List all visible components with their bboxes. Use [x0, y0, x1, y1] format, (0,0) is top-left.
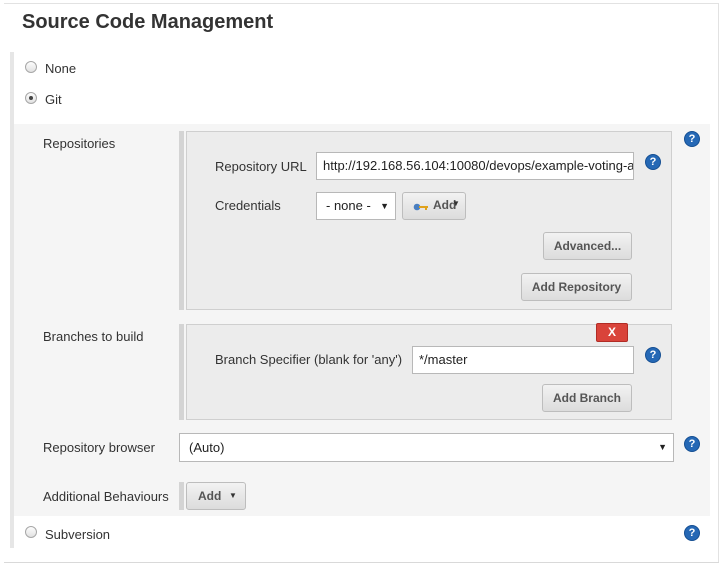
chevron-down-icon: ▼: [380, 201, 389, 211]
credentials-select[interactable]: - none - ▼: [316, 192, 396, 220]
caret-down-icon: ▼: [452, 199, 460, 208]
scm-subversion-radio[interactable]: [25, 526, 37, 538]
branch-specifier-input[interactable]: */master: [412, 346, 634, 374]
repository-browser-label: Repository browser: [43, 440, 155, 455]
repository-url-label: Repository URL: [215, 159, 307, 174]
scm-subversion-label[interactable]: Subversion: [45, 527, 110, 542]
repository-browser-help-icon[interactable]: ?: [684, 436, 700, 452]
caret-down-icon: ▼: [229, 491, 237, 500]
add-behaviour-label: Add: [198, 489, 222, 503]
additional-behaviours-label: Additional Behaviours: [43, 489, 169, 504]
advanced-button[interactable]: Advanced...: [543, 232, 632, 260]
branch-specifier-label: Branch Specifier (blank for 'any'): [215, 352, 403, 367]
subversion-help-icon[interactable]: ?: [684, 525, 700, 541]
repository-url-help-icon[interactable]: ?: [645, 154, 661, 170]
add-behaviour-button[interactable]: Add ▼: [186, 482, 246, 510]
scm-git-radio[interactable]: [25, 92, 37, 104]
section-right-divider: [718, 3, 719, 562]
add-credentials-button[interactable]: Add ▼: [402, 192, 466, 220]
scm-none-radio[interactable]: [25, 61, 37, 73]
branch-specifier-help-icon[interactable]: ?: [645, 347, 661, 363]
credentials-select-value: - none -: [326, 198, 371, 213]
repository-url-input[interactable]: http://192.168.56.104:10080/devops/examp…: [316, 152, 634, 180]
repositories-help-icon[interactable]: ?: [684, 131, 700, 147]
branches-label: Branches to build: [43, 329, 144, 344]
section-bottom-divider: [4, 562, 719, 563]
branches-sidebar: [179, 324, 184, 420]
key-icon: [413, 203, 428, 211]
credentials-label: Credentials: [215, 198, 281, 213]
scm-git-label[interactable]: Git: [45, 92, 62, 107]
repositories-label: Repositories: [43, 136, 116, 151]
additional-behaviours-sidebar: [179, 482, 184, 510]
repositories-sidebar: [179, 131, 184, 310]
delete-branch-button[interactable]: X: [596, 323, 628, 342]
scm-none-label[interactable]: None: [45, 61, 76, 76]
add-repository-button[interactable]: Add Repository: [521, 273, 632, 301]
repository-browser-value: (Auto): [189, 440, 225, 455]
section-title: Source Code Management: [22, 11, 274, 33]
repository-browser-select[interactable]: (Auto) ▼: [179, 433, 674, 462]
section-top-divider: [4, 3, 719, 4]
add-branch-button[interactable]: Add Branch: [542, 384, 632, 412]
chevron-down-icon: ▼: [658, 442, 667, 452]
